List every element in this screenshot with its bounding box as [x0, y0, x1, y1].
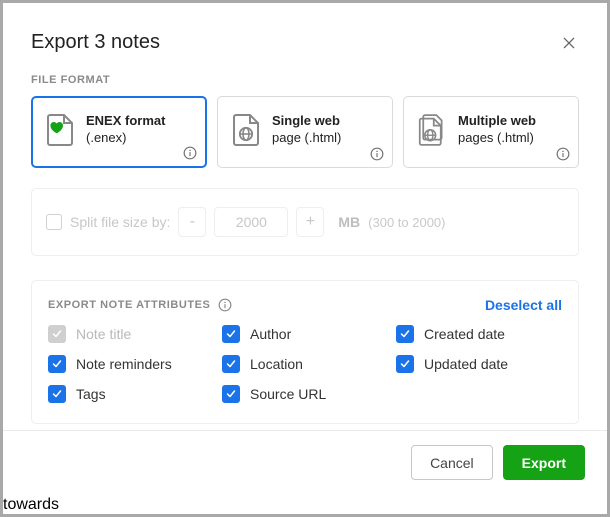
file-single-html-icon [232, 113, 260, 147]
checkbox-icon [396, 355, 414, 373]
format-card-text: Single webpage (.html) [272, 113, 341, 147]
info-icon[interactable] [556, 147, 570, 161]
format-card-enex[interactable]: ENEX format(.enex) [31, 96, 207, 168]
attr-author[interactable]: Author [222, 325, 388, 343]
checkbox-icon [222, 355, 240, 373]
export-button[interactable]: Export [503, 445, 585, 480]
split-file-section: Split file size by: - + MB (300 to 2000) [31, 188, 579, 256]
close-icon [561, 35, 577, 51]
info-icon[interactable] [370, 147, 384, 161]
split-checkbox [46, 214, 62, 230]
format-card-text: Multiple webpages (.html) [458, 113, 536, 147]
attr-note-reminders[interactable]: Note reminders [48, 355, 214, 373]
checkbox-icon [48, 325, 66, 343]
export-attrs-label: EXPORT NOTE ATTRIBUTES [48, 299, 210, 311]
attr-location[interactable]: Location [222, 355, 388, 373]
attr-label: Source URL [250, 386, 326, 402]
checkbox-icon [222, 385, 240, 403]
file-format-label: FILE FORMAT [31, 74, 579, 86]
close-button[interactable] [559, 33, 579, 53]
split-label: Split file size by: [70, 214, 170, 230]
attr-label: Author [250, 326, 291, 342]
attr-source-url[interactable]: Source URL [222, 385, 388, 403]
info-icon[interactable] [183, 146, 197, 160]
file-enex-icon [46, 113, 74, 147]
attr-label: Tags [76, 386, 106, 402]
deselect-all-link[interactable]: Deselect all [485, 297, 562, 313]
cancel-button[interactable]: Cancel [411, 445, 493, 480]
split-unit: MB [338, 214, 360, 230]
checkbox-icon [48, 355, 66, 373]
split-range: (300 to 2000) [368, 215, 445, 230]
attr-label: Note title [76, 326, 131, 342]
split-increment: + [296, 207, 324, 237]
attr-tags[interactable]: Tags [48, 385, 214, 403]
attr-note-title: Note title [48, 325, 214, 343]
split-size-input [214, 207, 288, 237]
checkbox-icon [396, 325, 414, 343]
attr-label: Created date [424, 326, 505, 342]
dialog-title: Export 3 notes [31, 31, 160, 54]
format-card-multi-html[interactable]: Multiple webpages (.html) [403, 96, 579, 168]
attr-label: Location [250, 356, 303, 372]
info-icon[interactable] [218, 298, 232, 312]
split-decrement: - [178, 207, 206, 237]
checkbox-icon [48, 385, 66, 403]
attr-updated-date[interactable]: Updated date [396, 355, 562, 373]
file-multi-html-icon [418, 113, 446, 147]
checkbox-icon [222, 325, 240, 343]
format-card-single-html[interactable]: Single webpage (.html) [217, 96, 393, 168]
format-card-text: ENEX format(.enex) [86, 113, 165, 147]
attr-label: Note reminders [76, 356, 172, 372]
attr-label: Updated date [424, 356, 508, 372]
attr-created-date[interactable]: Created date [396, 325, 562, 343]
